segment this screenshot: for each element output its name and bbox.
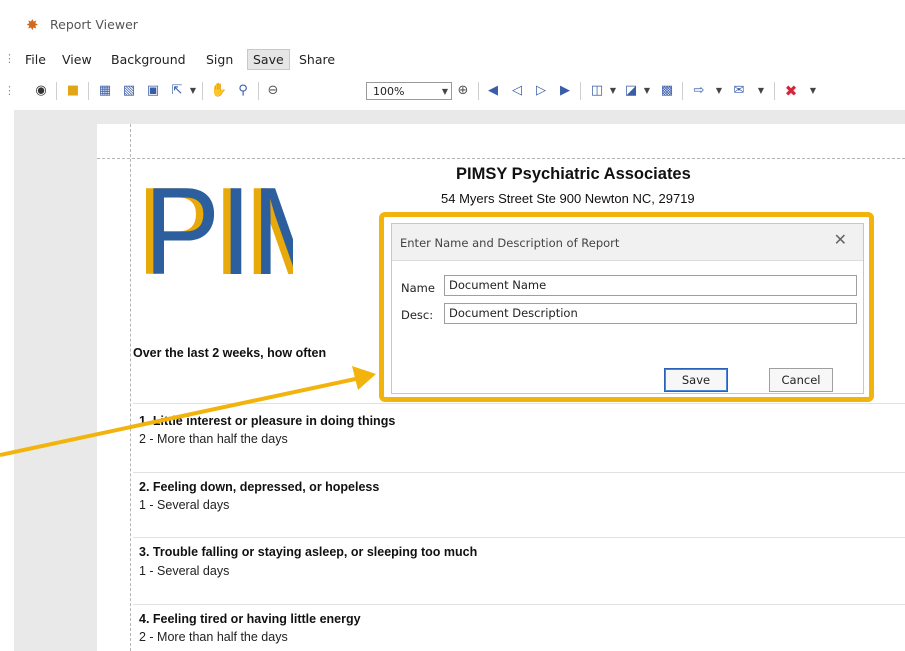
cancel-button[interactable]: Cancel	[769, 368, 833, 392]
description-field[interactable]: Document Description	[444, 303, 857, 324]
name-description-dialog: Enter Name and Description of Report ✕ N…	[391, 223, 864, 394]
next-page-icon[interactable]: ▷	[532, 82, 550, 100]
magnifier-icon[interactable]: ⚲	[234, 82, 252, 100]
question-title: 4. Feeling tired or having little energy	[139, 612, 361, 626]
toolbar-separator	[258, 82, 259, 100]
zoom-out-icon[interactable]: ⊖	[264, 82, 282, 100]
menu-save[interactable]: Save	[247, 49, 290, 70]
question-answer: 1 - Several days	[139, 498, 230, 512]
row-divider	[133, 537, 905, 538]
close-icon[interactable]: ✕	[834, 232, 847, 250]
menu-background[interactable]: Background	[106, 50, 191, 69]
send-email-icon[interactable]: ✉	[730, 82, 748, 100]
zoom-value: 100%	[373, 85, 405, 98]
row-divider	[133, 604, 905, 605]
toolbar-separator	[580, 82, 581, 100]
menu-grip-icon: ⋮	[4, 52, 15, 65]
question-intro: Over the last 2 weeks, how often	[133, 346, 327, 360]
quick-print-icon[interactable]: ▧	[120, 82, 138, 100]
margin-guide-horizontal	[97, 158, 905, 159]
export-icon[interactable]: ⇨	[690, 82, 708, 100]
search-binoculars-icon[interactable]: ◉	[32, 82, 50, 100]
question-answer: 1 - Several days	[139, 564, 230, 578]
question-title: 1. Little interest or pleasure in doing …	[139, 414, 396, 428]
chevron-down-icon[interactable]: ▼	[804, 82, 822, 100]
page-setup-icon[interactable]: ▣	[144, 82, 162, 100]
open-folder-icon[interactable]: ■	[64, 82, 82, 100]
question-title: 2. Feeling down, depressed, or hopeless	[139, 480, 380, 494]
toolbar-separator	[682, 82, 683, 100]
zoom-in-icon[interactable]: ⊕	[454, 82, 472, 100]
chevron-down-icon[interactable]: ▼	[638, 82, 656, 100]
logo-text: PIMSY	[144, 163, 293, 284]
row-divider	[133, 403, 905, 404]
chevron-down-icon: ▼	[441, 87, 448, 96]
pimsy-logo: PIMSY PIMSY	[137, 163, 293, 284]
last-page-icon[interactable]: ▶	[556, 82, 574, 100]
name-label: Name	[401, 281, 435, 295]
menu-sign[interactable]: Sign	[201, 50, 238, 69]
practice-address: 54 Myers Street Ste 900 Newton NC, 29719	[441, 191, 695, 206]
scale-dropdown-icon[interactable]: ▼	[184, 82, 202, 100]
chevron-down-icon[interactable]: ▼	[752, 82, 770, 100]
toolbar-separator	[478, 82, 479, 100]
menu-file[interactable]: File	[20, 50, 51, 69]
dialog-header: Enter Name and Description of Report ✕	[392, 224, 863, 261]
title-bar	[14, 0, 905, 42]
highlight-frame: Enter Name and Description of Report ✕ N…	[379, 212, 874, 402]
menu-view[interactable]: View	[57, 50, 97, 69]
toolbar-separator	[202, 82, 203, 100]
hand-tool-icon[interactable]: ✋	[210, 82, 228, 100]
toolbar-separator	[88, 82, 89, 100]
question-answer: 2 - More than half the days	[139, 630, 288, 644]
toolbar-separator	[56, 82, 57, 100]
margin-guide-vertical	[130, 124, 131, 651]
print-icon[interactable]: ▦	[96, 82, 114, 100]
window-title: Report Viewer	[50, 17, 138, 32]
toolbar-grip-icon: ⋮	[4, 84, 15, 97]
maple-leaf-icon: ✸	[26, 17, 39, 34]
menu-share[interactable]: Share	[294, 50, 340, 69]
chevron-down-icon[interactable]: ▼	[710, 82, 728, 100]
zoom-select[interactable]: 100% ▼	[366, 82, 452, 100]
toolbar: ⋮ ◉ ■ ▦ ▧ ▣ ⇱ ▼ ✋ ⚲ ⊖ 100% ▼ ⊕ ◀ ◁ ▷ ▶ ◫…	[4, 74, 905, 106]
save-button[interactable]: Save	[664, 368, 728, 392]
first-page-icon[interactable]: ◀	[484, 82, 502, 100]
question-title: 3. Trouble falling or staying asleep, or…	[139, 545, 478, 559]
close-preview-icon[interactable]: ✖	[782, 82, 800, 100]
menu-bar: ⋮ File View Background Sign Save Share	[4, 48, 905, 70]
toolbar-separator	[774, 82, 775, 100]
watermark-icon[interactable]: ▩	[658, 82, 676, 100]
chevron-down-icon[interactable]: ▼	[604, 82, 622, 100]
dialog-title: Enter Name and Description of Report	[400, 236, 620, 250]
question-answer: 2 - More than half the days	[139, 432, 288, 446]
row-divider	[133, 472, 905, 473]
practice-name: PIMSY Psychiatric Associates	[456, 165, 691, 183]
previous-page-icon[interactable]: ◁	[508, 82, 526, 100]
desc-label: Desc:	[401, 308, 434, 322]
name-field[interactable]: Document Name	[444, 275, 857, 296]
